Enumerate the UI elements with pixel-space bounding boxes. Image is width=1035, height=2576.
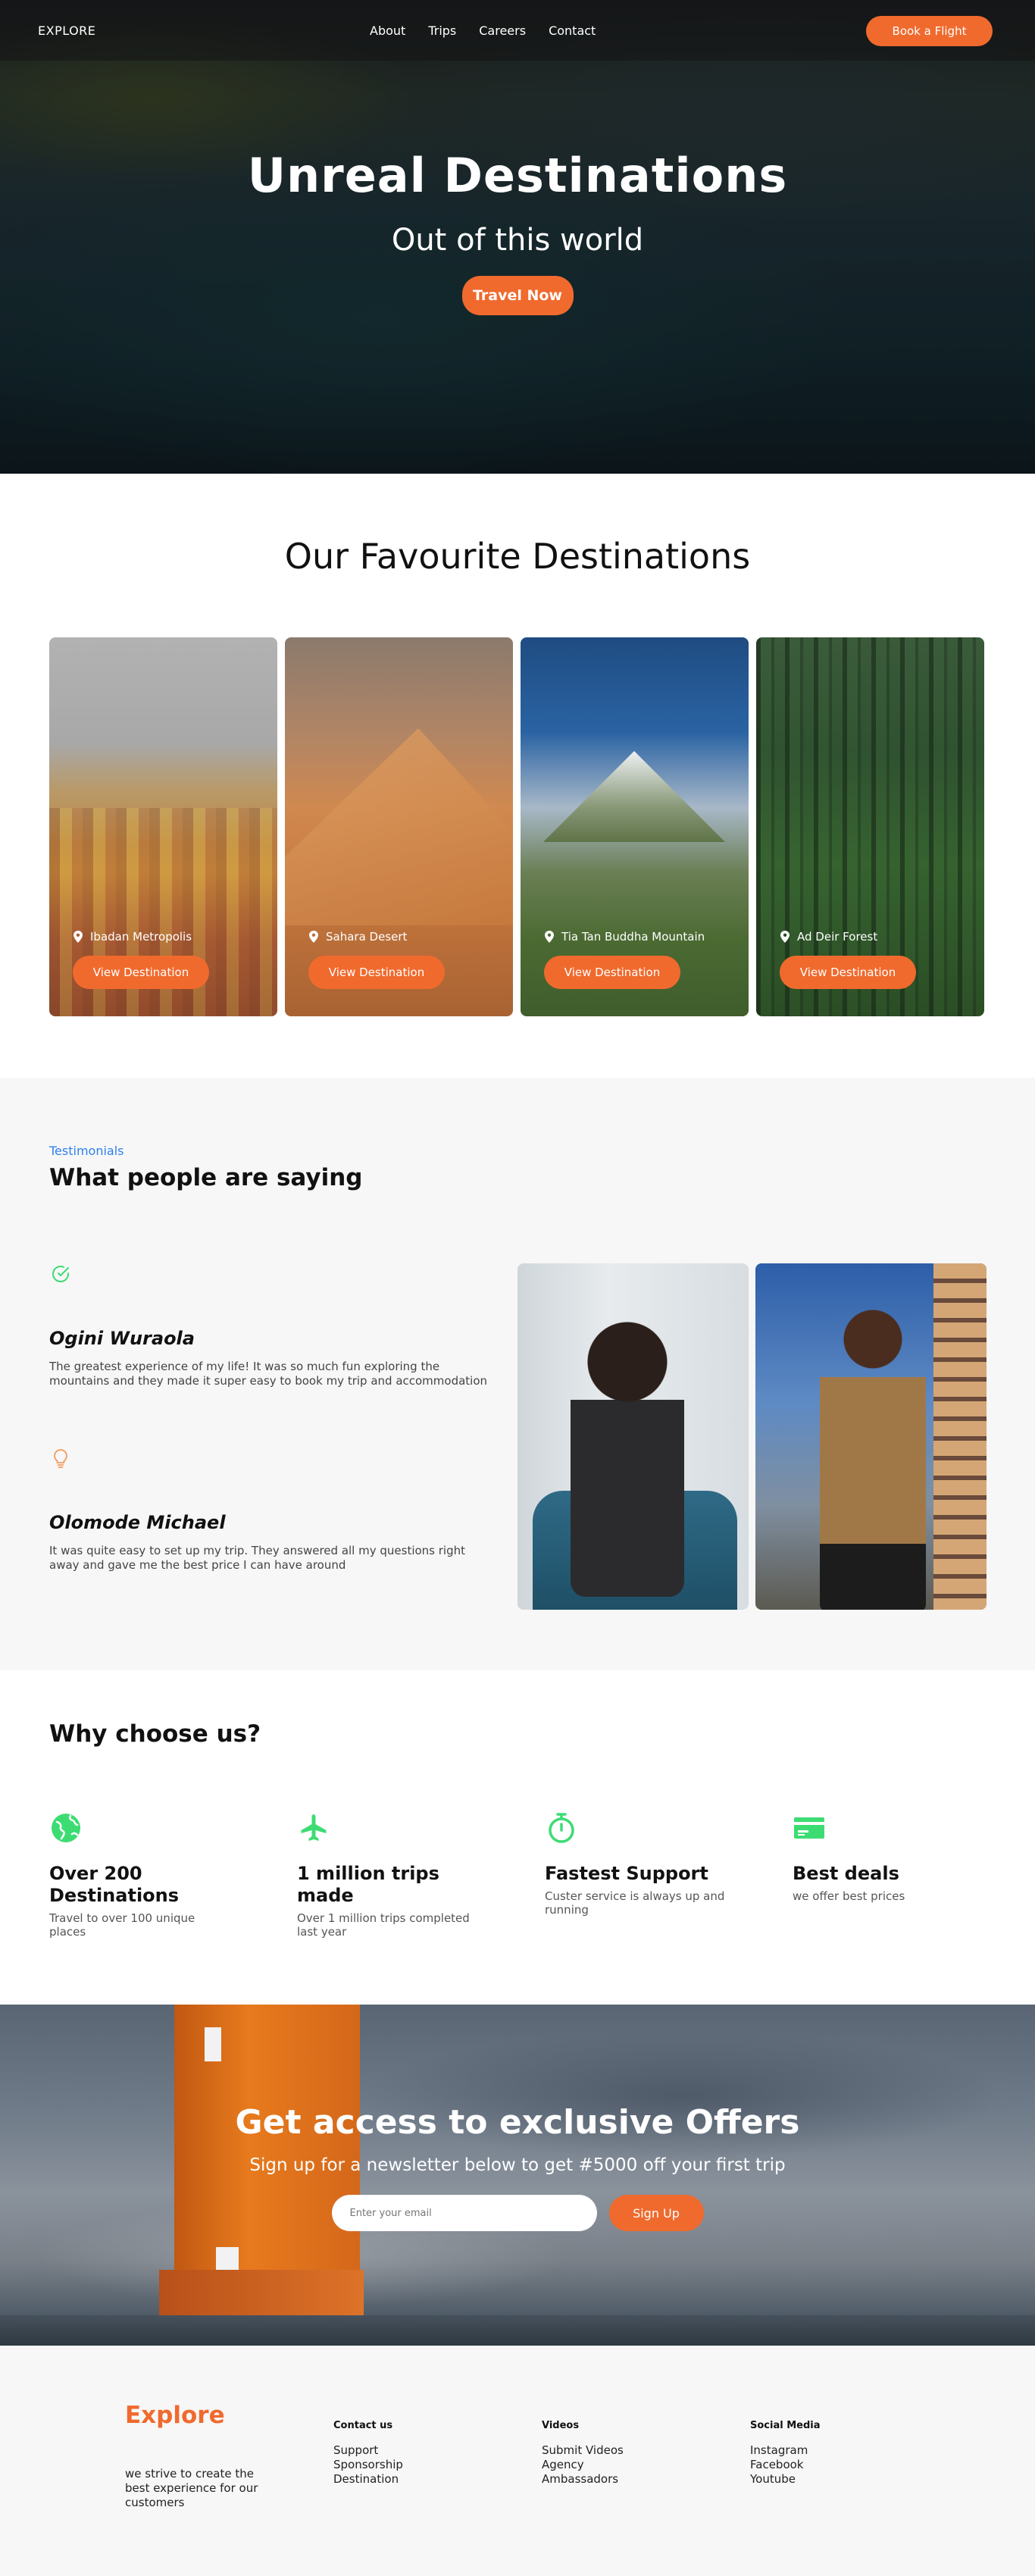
destination-label: Ad Deir Forest [780, 930, 877, 944]
feature-item: 1 million trips made Over 1 million trip… [297, 1811, 502, 1939]
testimonial-author: Olomode Michael [49, 1512, 226, 1533]
nav-link-careers[interactable]: Careers [479, 23, 526, 38]
destination-label: Tia Tan Buddha Mountain [545, 930, 705, 944]
destination-name: Ad Deir Forest [797, 930, 878, 944]
location-pin-icon [545, 931, 554, 943]
footer-link-ambassadors[interactable]: Ambassadors [542, 2472, 624, 2487]
footer-column-title: Social Media [750, 2420, 821, 2431]
site-logo[interactable]: EXPLORE [38, 23, 95, 38]
nav-link-about[interactable]: About [370, 23, 405, 38]
check-circle-icon [52, 1266, 69, 1283]
plane-icon [301, 1814, 327, 1841]
location-pin-icon [309, 931, 318, 943]
lightbulb-icon [54, 1449, 67, 1468]
nav-link-contact[interactable]: Contact [549, 23, 596, 38]
footer-logo[interactable]: Explore [125, 2402, 225, 2429]
footer-link-sponsorship[interactable]: Sponsorship [333, 2458, 403, 2472]
hero-section: EXPLORE About Trips Careers Contact Book… [0, 0, 1035, 474]
view-destination-button[interactable]: View Destination [780, 956, 916, 989]
feature-title: 1 million trips made [297, 1863, 439, 1906]
newsletter-section: Get access to exclusive Offers Sign up f… [0, 2005, 1035, 2346]
testimonials-tag: Testimonials [49, 1144, 124, 1158]
destinations-title: Our Favourite Destinations [284, 536, 751, 577]
footer-link-submit-videos[interactable]: Submit Videos [542, 2443, 624, 2458]
destination-card[interactable]: Tia Tan Buddha Mountain View Destination [521, 637, 749, 1016]
travel-now-button[interactable]: Travel Now [461, 276, 574, 315]
destination-cards: Ibadan Metropolis View Destination Sahar… [49, 637, 1035, 1016]
feature-item: Fastest Support Custer service is always… [545, 1811, 749, 1917]
destination-card[interactable]: Ibadan Metropolis View Destination [49, 637, 277, 1016]
destination-label: Ibadan Metropolis [73, 930, 192, 944]
feature-title: Best deals [793, 1863, 899, 1884]
destination-label: Sahara Desert [309, 930, 407, 944]
testimonial-photo [518, 1263, 749, 1610]
destination-name: Ibadan Metropolis [90, 930, 192, 944]
view-destination-button[interactable]: View Destination [308, 956, 445, 989]
hero-content: Unreal Destinations Out of this world Tr… [0, 148, 1035, 315]
testimonial-text: It was quite easy to set up my trip. The… [49, 1544, 466, 1572]
footer-link-facebook[interactable]: Facebook [750, 2458, 821, 2472]
footer-column-contact: Contact us Support Sponsorship Destinati… [333, 2420, 403, 2487]
newsletter-subtitle: Sign up for a newsletter below to get #5… [249, 2155, 786, 2175]
testimonials-section: Testimonials What people are saying Ogin… [0, 1078, 1035, 1670]
feature-text: Custer service is always up and running [545, 1889, 725, 1917]
destination-card[interactable]: Ad Deir Forest View Destination [756, 637, 984, 1016]
feature-title: Fastest Support [545, 1863, 708, 1884]
email-input[interactable] [331, 2195, 597, 2231]
sign-up-button[interactable]: Sign Up [608, 2195, 704, 2231]
newsletter-form: Sign Up [0, 2195, 1035, 2231]
footer-column-videos: Videos Submit Videos Agency Ambassadors [542, 2420, 624, 2487]
book-flight-button[interactable]: Book a Flight [866, 16, 993, 46]
testimonial-photo [755, 1263, 987, 1610]
location-pin-icon [73, 931, 83, 943]
feature-item: Best deals we offer best prices [793, 1811, 997, 1903]
testimonials-title: What people are saying [49, 1164, 363, 1191]
destination-card[interactable]: Sahara Desert View Destination [285, 637, 513, 1016]
footer-link-support[interactable]: Support [333, 2443, 403, 2458]
lighthouse-base-image [159, 2270, 364, 2346]
why-title: Why choose us? [49, 1720, 261, 1748]
destinations-section: Our Favourite Destinations Ibadan Metrop… [0, 474, 1035, 1078]
card-icon [794, 1817, 824, 1839]
destination-name: Sahara Desert [326, 930, 408, 944]
top-nav: EXPLORE About Trips Careers Contact Book… [0, 0, 1035, 61]
hero-title: Unreal Destinations [247, 148, 788, 203]
footer-tagline: we strive to create the best experience … [125, 2467, 258, 2509]
nav-links: About Trips Careers Contact [370, 23, 596, 38]
footer-link-agency[interactable]: Agency [542, 2458, 624, 2472]
feature-title: Over 200 Destinations [49, 1863, 180, 1906]
footer-link-instagram[interactable]: Instagram [750, 2443, 821, 2458]
feature-text: Over 1 million trips completed last year [297, 1911, 470, 1939]
newsletter-content: Get access to exclusive Offers Sign up f… [0, 2103, 1035, 2231]
site-footer: Explore we strive to create the best exp… [0, 2346, 1035, 2576]
feature-text: we offer best prices [793, 1889, 905, 1903]
view-destination-button[interactable]: View Destination [73, 956, 209, 989]
nav-link-trips[interactable]: Trips [428, 23, 456, 38]
why-choose-us-section: Why choose us? Over 200 Destinations Tra… [0, 1670, 1035, 2005]
footer-column-title: Contact us [333, 2420, 393, 2431]
testimonial-text: The greatest experience of my life! It w… [49, 1360, 488, 1388]
newsletter-title: Get access to exclusive Offers [235, 2103, 800, 2142]
footer-link-destination[interactable]: Destination [333, 2472, 403, 2487]
footer-link-youtube[interactable]: Youtube [750, 2472, 821, 2487]
feature-item: Over 200 Destinations Travel to over 100… [49, 1811, 254, 1939]
hero-subtitle: Out of this world [391, 223, 644, 258]
stopwatch-icon [549, 1813, 574, 1843]
feature-text: Travel to over 100 unique places [49, 1911, 195, 1939]
location-pin-icon [780, 931, 790, 943]
view-destination-button[interactable]: View Destination [544, 956, 680, 989]
footer-column-title: Videos [542, 2420, 580, 2431]
destination-name: Tia Tan Buddha Mountain [561, 930, 705, 944]
globe-icon [52, 1814, 80, 1842]
footer-column-social: Social Media Instagram Facebook Youtube [750, 2420, 821, 2487]
testimonial-author: Ogini Wuraola [49, 1328, 195, 1349]
